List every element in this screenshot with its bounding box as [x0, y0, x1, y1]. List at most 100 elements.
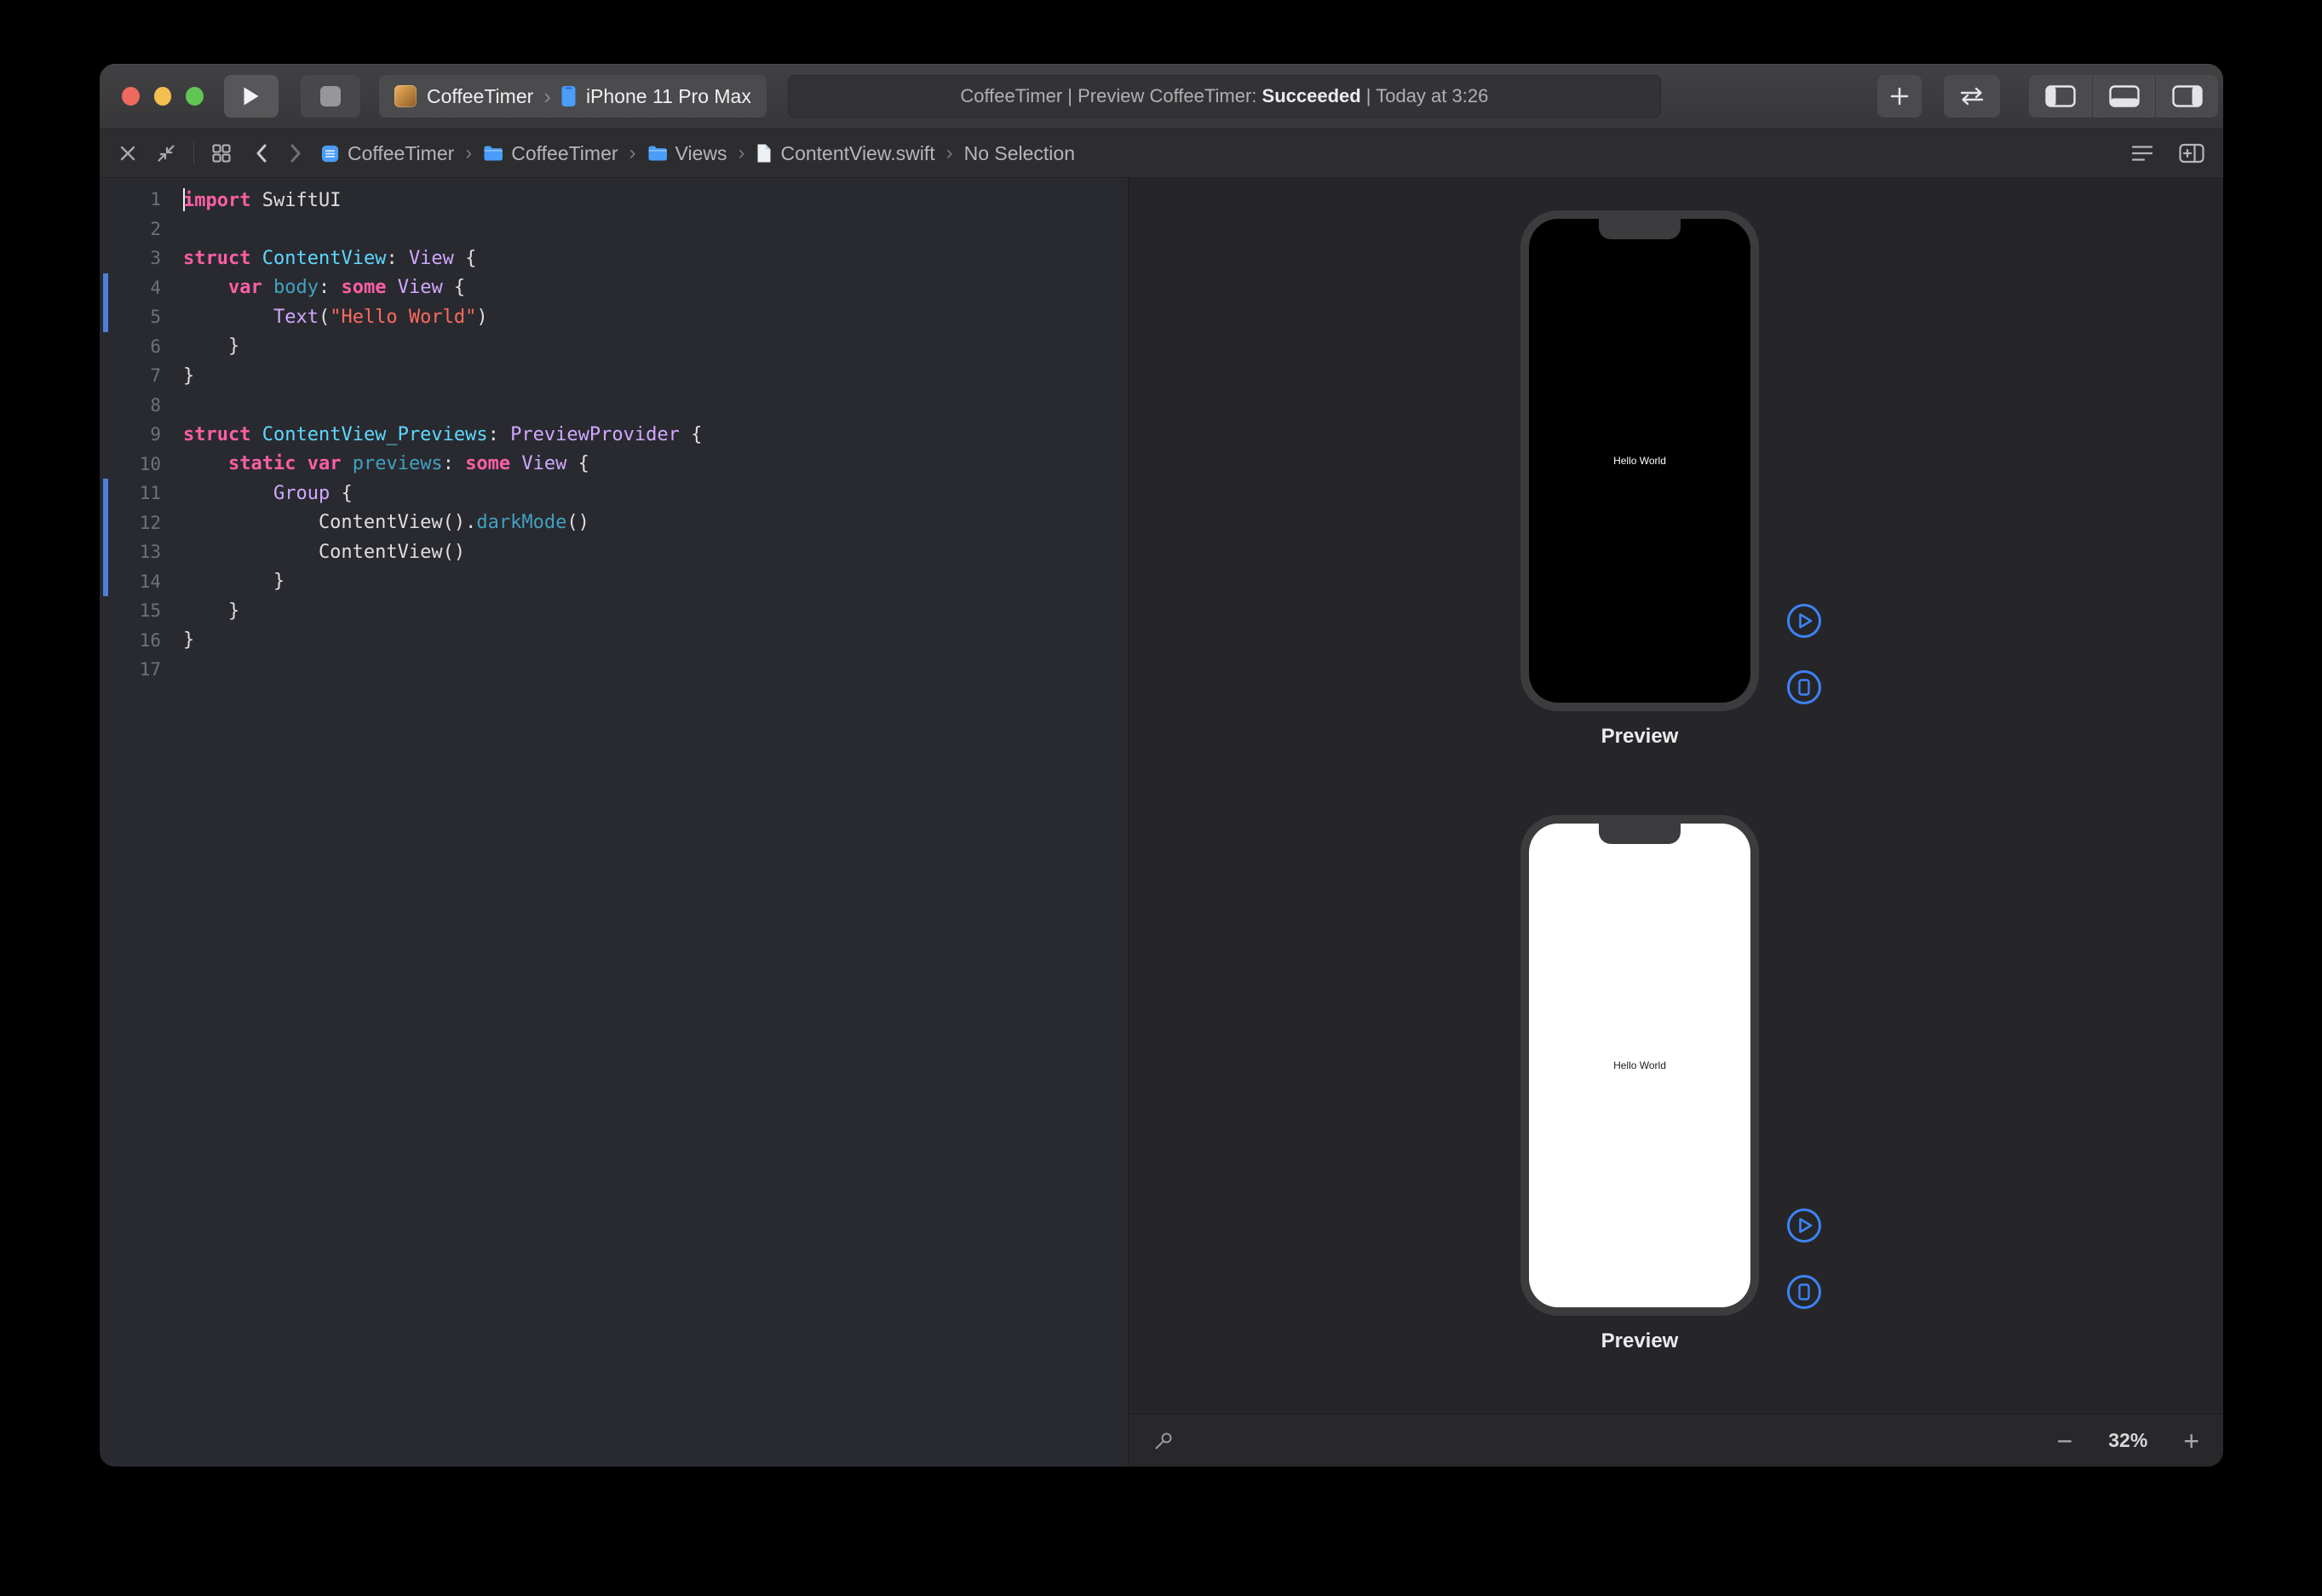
- chevron-left-icon: [254, 142, 269, 164]
- breadcrumb-item-views[interactable]: Views: [647, 142, 727, 165]
- source-editor[interactable]: 1import SwiftUI23struct ContentView: Vie…: [100, 178, 1129, 1467]
- breadcrumb-separator: ›: [465, 143, 472, 164]
- code-line-8[interactable]: 8: [100, 391, 1128, 421]
- pin-preview-button[interactable]: [1152, 1430, 1175, 1452]
- code-text: }: [183, 629, 194, 651]
- code-line-11[interactable]: 11 Group {: [100, 479, 1128, 508]
- line-number: 17: [100, 659, 161, 680]
- status-text-left: CoffeeTimer | Preview CoffeeTimer:: [960, 85, 1262, 107]
- code-line-13[interactable]: 13 ContentView(): [100, 537, 1128, 567]
- iphone-preview-dark[interactable]: Hello World: [1520, 210, 1759, 711]
- code-text: Text("Hello World"): [183, 307, 488, 328]
- code-line-16[interactable]: 16}: [100, 626, 1128, 656]
- zoom-in-button[interactable]: +: [2183, 1427, 2199, 1455]
- preview-on-device-button[interactable]: [1786, 1274, 1822, 1310]
- activity-status: CoffeeTimer | Preview CoffeeTimer: Succe…: [788, 75, 1661, 118]
- zoom-out-button[interactable]: −: [2057, 1427, 2073, 1455]
- code-text: import SwiftUI: [183, 188, 341, 211]
- related-items-button[interactable]: [211, 143, 232, 164]
- code-text: }: [183, 365, 194, 387]
- code-text: ContentView(): [183, 542, 465, 563]
- pin-icon: [1152, 1430, 1175, 1452]
- breadcrumb-item-contentview-swift[interactable]: ContentView.swift: [756, 142, 934, 165]
- preview-on-device-icon: [1786, 669, 1822, 705]
- line-number: 14: [100, 571, 161, 592]
- code-line-9[interactable]: 9 struct ContentView_Previews: PreviewPro…: [100, 420, 1128, 450]
- line-number: 4: [100, 278, 161, 298]
- window-controls: [122, 87, 204, 106]
- swift-file-icon: [756, 143, 773, 164]
- breadcrumb-label: ContentView.swift: [780, 142, 934, 165]
- plus-icon: [1888, 85, 1911, 107]
- code-line-6[interactable]: 6 }: [100, 332, 1128, 362]
- preview-on-device-button[interactable]: [1786, 669, 1822, 705]
- code-lines: 1import SwiftUI23struct ContentView: Vie…: [100, 185, 1128, 685]
- close-editor-button[interactable]: [118, 144, 137, 163]
- stop-button[interactable]: [301, 75, 360, 118]
- breadcrumb-label: Views: [675, 142, 727, 165]
- line-number: 6: [100, 336, 161, 357]
- swap-editors-button[interactable]: [1944, 75, 2000, 118]
- grid-icon: [211, 143, 232, 164]
- live-preview-button[interactable]: [1786, 1208, 1822, 1243]
- swap-arrows-icon: [1957, 85, 1986, 107]
- line-number: 9: [100, 424, 161, 445]
- add-editor-icon: [2179, 143, 2204, 164]
- toggle-debug-area-button[interactable]: [2092, 75, 2155, 118]
- bottom-panel-icon: [2109, 85, 2140, 107]
- code-line-4[interactable]: 4 var body: some View {: [100, 273, 1128, 303]
- code-line-12[interactable]: 12 ContentView().darkMode(): [100, 508, 1128, 538]
- breadcrumb-label: CoffeeTimer: [511, 142, 618, 165]
- code-line-7[interactable]: 7}: [100, 361, 1128, 391]
- code-text: struct ContentView_Previews: PreviewProv…: [183, 424, 702, 445]
- toggle-navigator-button[interactable]: [2029, 75, 2092, 118]
- preview-group-dark: Hello WorldPreview: [1520, 210, 1878, 749]
- line-number: 10: [100, 454, 161, 474]
- status-text-bold: Succeeded: [1262, 85, 1361, 107]
- code-line-17[interactable]: 17: [100, 655, 1128, 685]
- minimize-window-button[interactable]: [154, 87, 172, 106]
- code-line-2[interactable]: 2: [100, 215, 1128, 244]
- back-button[interactable]: [254, 142, 269, 164]
- live-preview-button[interactable]: [1786, 603, 1822, 639]
- toolbar: CoffeeTimer › iPhone 11 Pro Max CoffeeTi…: [100, 64, 2223, 129]
- breadcrumb-item-coffeetimer[interactable]: CoffeeTimer: [320, 142, 454, 165]
- code-line-14[interactable]: 14 }: [100, 567, 1128, 597]
- breadcrumb-item-no-selection[interactable]: No Selection: [964, 142, 1075, 165]
- forward-button[interactable]: [288, 142, 303, 164]
- code-text: ContentView().darkMode(): [183, 512, 589, 533]
- line-number: 11: [100, 483, 161, 503]
- close-window-button[interactable]: [122, 87, 140, 106]
- folder-icon: [483, 145, 503, 162]
- code-line-5[interactable]: 5 Text("Hello World"): [100, 302, 1128, 332]
- code-text: }: [183, 600, 239, 622]
- line-number: 12: [100, 513, 161, 533]
- run-button[interactable]: [224, 75, 279, 118]
- code-text: static var previews: some View {: [183, 453, 589, 474]
- right-panel-icon: [2172, 85, 2203, 107]
- preview-screen: Hello World: [1529, 219, 1750, 703]
- jump-bar: CoffeeTimer›CoffeeTimer›Views›ContentVie…: [100, 129, 2223, 178]
- code-line-15[interactable]: 15 }: [100, 596, 1128, 626]
- fullscreen-window-button[interactable]: [186, 87, 204, 106]
- breadcrumb-item-coffeetimer[interactable]: CoffeeTimer: [483, 142, 618, 165]
- library-button[interactable]: [1877, 75, 1922, 118]
- canvas-bottom-bar: − 32% +: [1129, 1414, 2223, 1467]
- iphone-preview-light[interactable]: Hello World: [1520, 815, 1759, 1316]
- breadcrumb-separator: ›: [629, 143, 636, 164]
- line-number: 5: [100, 307, 161, 327]
- app-scheme-icon: [394, 85, 417, 107]
- code-line-1[interactable]: 1import SwiftUI: [100, 185, 1128, 215]
- toggle-inspectors-button[interactable]: [2155, 75, 2218, 118]
- code-text: }: [183, 571, 285, 592]
- code-line-10[interactable]: 10 static var previews: some View {: [100, 450, 1128, 479]
- zoom-level: 32%: [2108, 1429, 2147, 1452]
- editor-options-button[interactable]: [2131, 144, 2153, 163]
- add-editor-button[interactable]: [2179, 143, 2204, 164]
- code-line-3[interactable]: 3struct ContentView: View {: [100, 244, 1128, 273]
- line-number: 16: [100, 630, 161, 651]
- code-text: var body: some View {: [183, 277, 465, 298]
- focus-editor-button[interactable]: [156, 143, 176, 164]
- editor-area: 1import SwiftUI23struct ContentView: Vie…: [100, 178, 2223, 1467]
- scheme-selector[interactable]: CoffeeTimer › iPhone 11 Pro Max: [379, 75, 767, 118]
